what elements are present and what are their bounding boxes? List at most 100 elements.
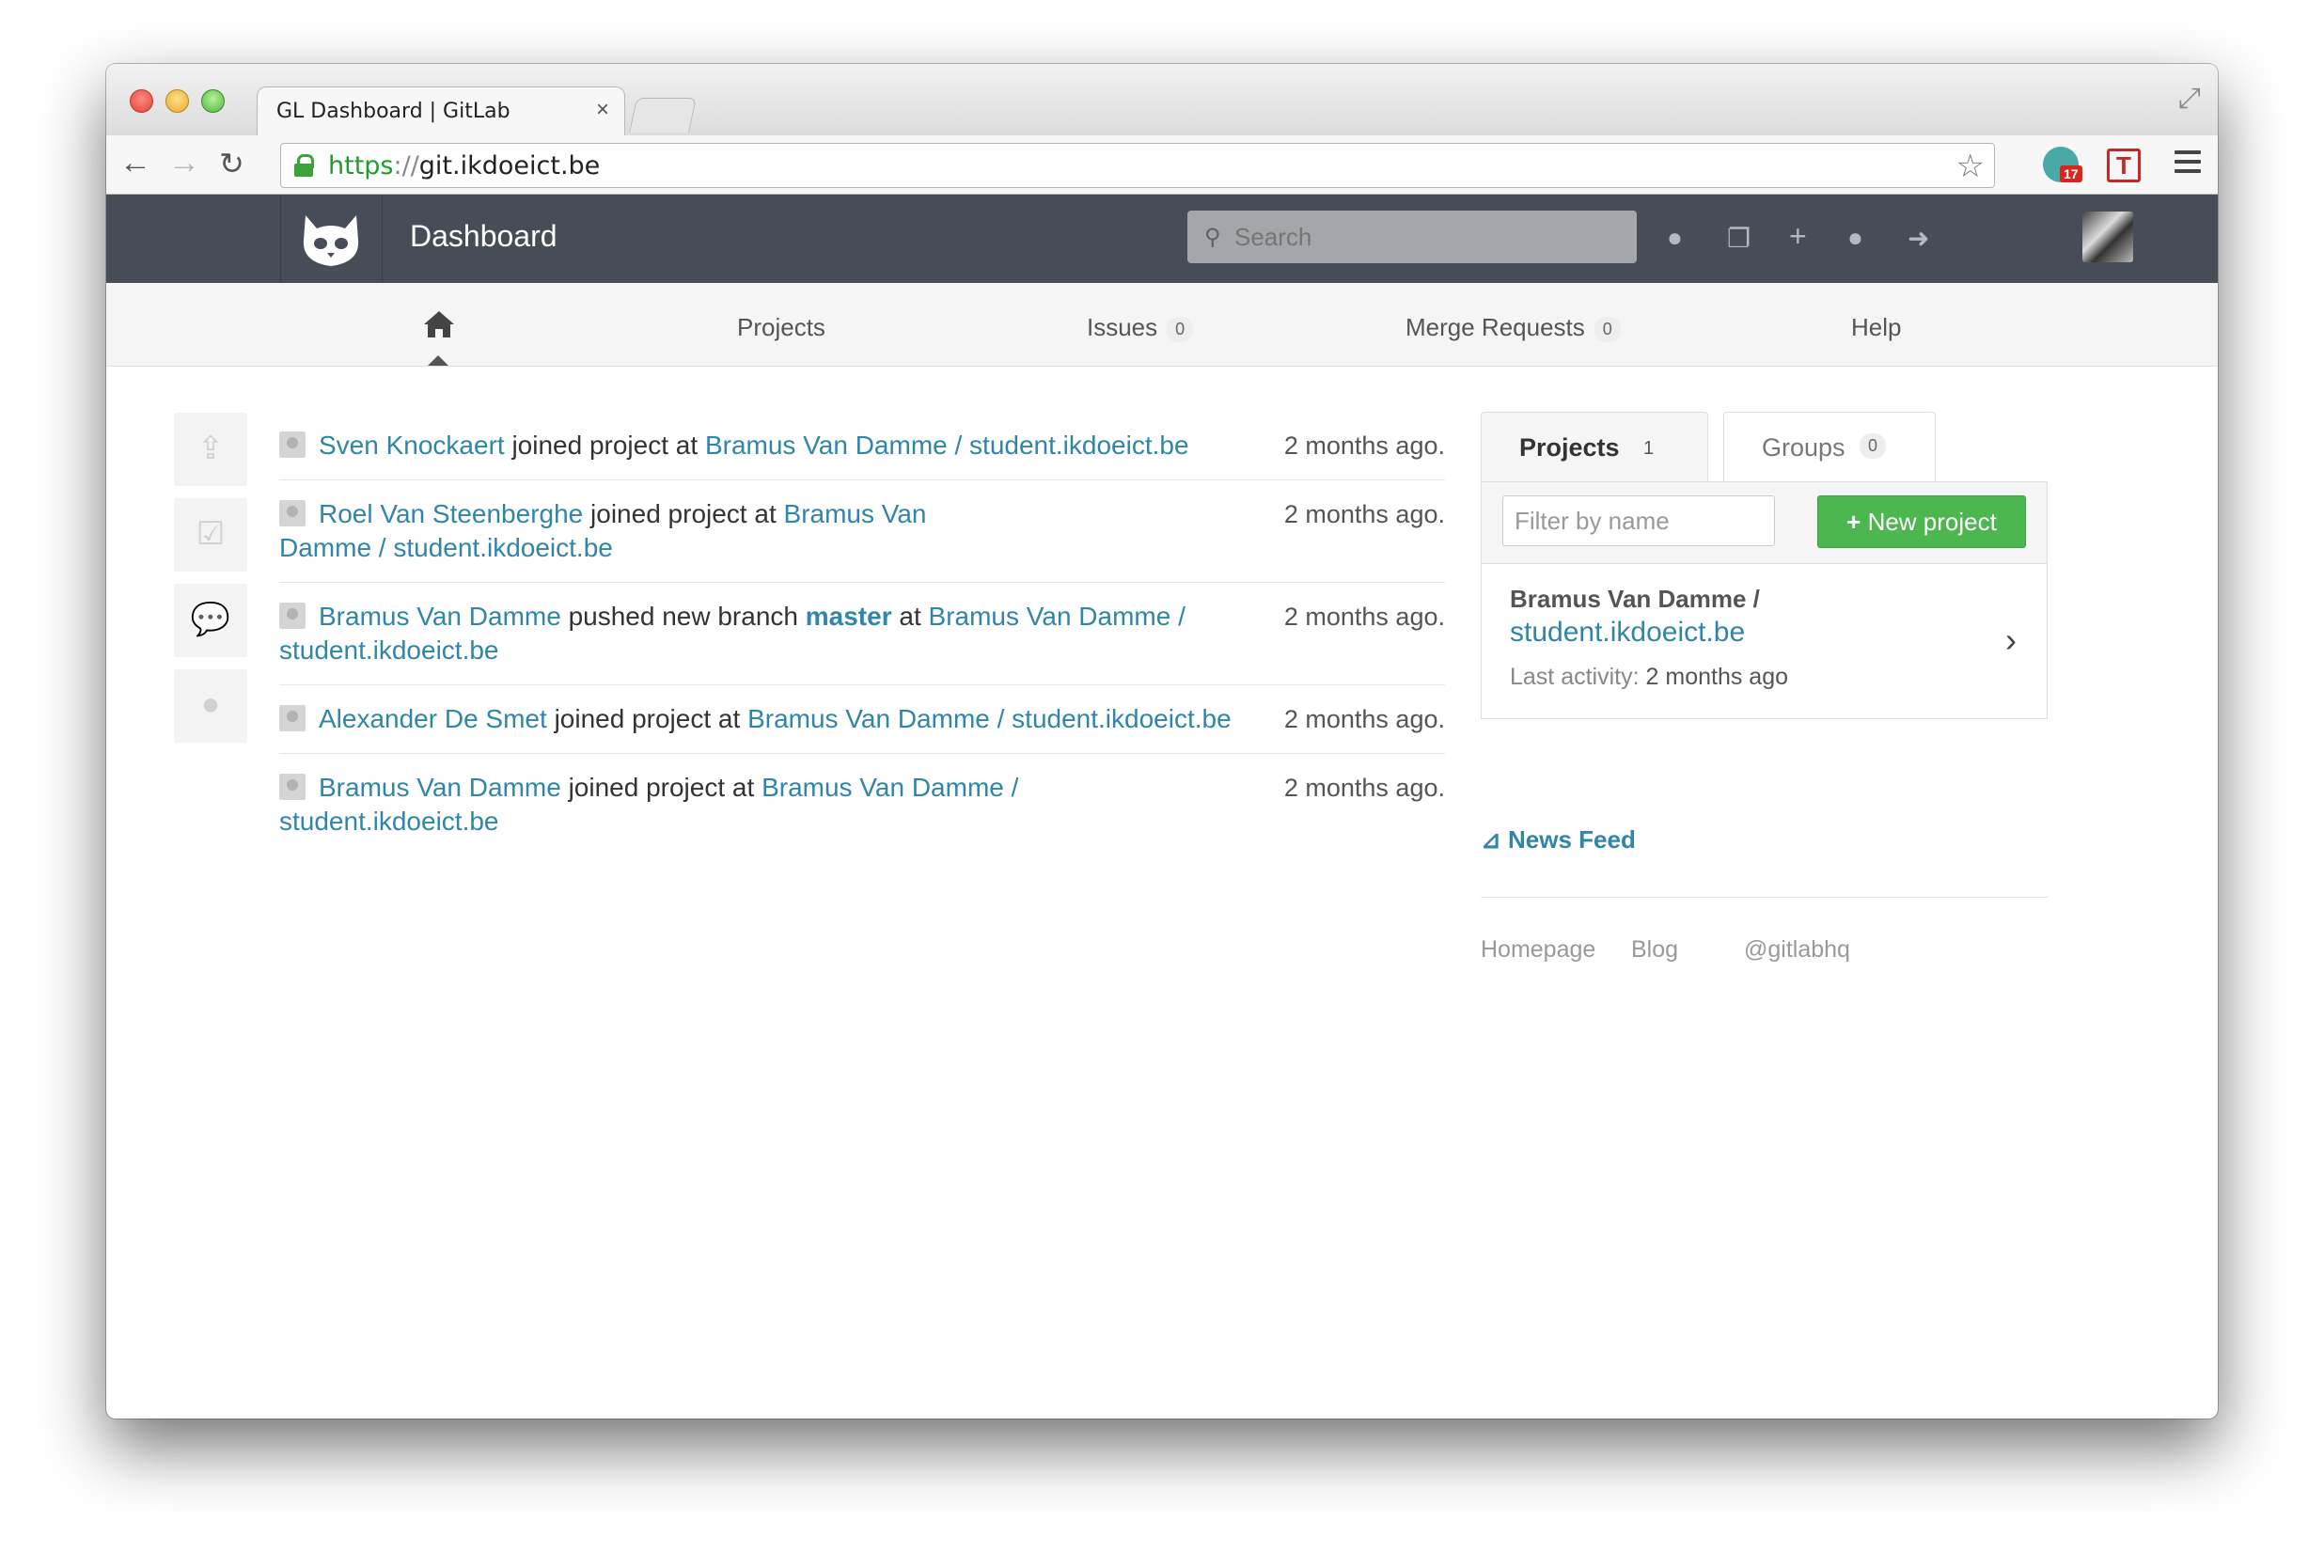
lock-icon xyxy=(294,154,314,177)
tab-projects[interactable]: Projects xyxy=(737,313,825,342)
home-icon[interactable] xyxy=(422,309,456,339)
event-user-link[interactable]: Roel Van Steenberghe xyxy=(319,499,583,528)
event-time: 2 months ago. xyxy=(1283,431,1445,460)
filter-by-name-input[interactable] xyxy=(1502,495,1775,546)
tab-sidebar-groups[interactable]: Groups 0 xyxy=(1723,412,1936,482)
extension-t-icon[interactable]: T xyxy=(2107,149,2141,182)
event-at: at xyxy=(899,602,921,631)
fullscreen-icon[interactable]: ⤢ xyxy=(2178,83,2201,115)
sidebar-projects-label: Projects xyxy=(1519,433,1620,462)
reload-icon[interactable]: ↻ xyxy=(219,146,244,181)
browser-menu-icon[interactable] xyxy=(2175,150,2201,179)
projects-panel: + New project Bramus Van Damme / student… xyxy=(1481,481,2048,719)
merge-requests-count-badge: 0 xyxy=(1594,316,1621,342)
news-feed-label: News Feed xyxy=(1508,825,1636,854)
event-time: 2 months ago. xyxy=(1283,603,1445,631)
address-bar[interactable]: https://git.ikdoeict.be ☆ xyxy=(280,143,1995,188)
activity-value: 2 months ago xyxy=(1645,664,1789,690)
browser-tab[interactable]: GL Dashboard | GitLab × xyxy=(257,86,625,136)
search-input[interactable] xyxy=(1233,222,1612,253)
search-box[interactable]: ⚲ xyxy=(1187,211,1637,263)
filter-team-button[interactable]: ● xyxy=(174,669,247,743)
activity-label: Last activity: xyxy=(1510,664,1640,690)
event-action: joined project xyxy=(568,773,726,802)
gitlab-logo[interactable] xyxy=(280,195,383,283)
filter-merged-button[interactable]: ☑ xyxy=(174,498,247,572)
event-list: Sven Knockaert joined project at Bramus … xyxy=(279,412,1445,855)
sidebar-groups-label: Groups xyxy=(1762,433,1845,462)
project-list-item[interactable]: Bramus Van Damme / student.ikdoeict.be L… xyxy=(1482,564,2047,718)
footer-blog-link[interactable]: Blog xyxy=(1631,936,1678,964)
check-icon: ☑ xyxy=(196,516,226,552)
zoom-window-button[interactable] xyxy=(201,89,225,113)
avatar[interactable] xyxy=(2082,212,2133,262)
tab-title: GL Dashboard | GitLab xyxy=(276,100,510,123)
tab-close-icon[interactable]: × xyxy=(596,97,609,123)
comments-icon: 💬 xyxy=(190,602,231,637)
url-scheme: https xyxy=(328,151,394,180)
extension-badge: 17 xyxy=(2060,165,2082,182)
footer-twitter-link[interactable]: @gitlabhq xyxy=(1744,936,1850,964)
new-project-button[interactable]: + New project xyxy=(1817,495,2026,548)
event-user-link[interactable]: Bramus Van Damme xyxy=(319,602,561,631)
logout-icon[interactable]: ➜ xyxy=(1908,223,1929,254)
dashboard-nav: Projects Issues 0 Merge Requests 0 Help xyxy=(106,283,2218,367)
filter-push-button[interactable]: ⇪ xyxy=(174,413,247,486)
tab-help[interactable]: Help xyxy=(1851,313,1901,342)
active-caret xyxy=(428,355,448,366)
plus-icon[interactable]: + xyxy=(1789,219,1807,254)
gitlab-cat-icon xyxy=(303,215,359,266)
forward-icon[interactable]: → xyxy=(168,145,200,181)
event-action: joined project xyxy=(590,499,747,528)
tab-sidebar-projects[interactable]: Projects 1 xyxy=(1481,412,1708,482)
user-avatar-icon[interactable] xyxy=(279,774,306,800)
new-project-label: New project xyxy=(1867,508,1997,536)
event-time: 2 months ago. xyxy=(1283,500,1445,528)
url-host: git.ikdoeict.be xyxy=(418,151,601,180)
new-tab-button[interactable] xyxy=(629,98,697,133)
snippets-icon[interactable]: ❐ xyxy=(1727,223,1751,254)
bookmark-star-icon[interactable]: ☆ xyxy=(1956,148,1985,185)
minimize-window-button[interactable] xyxy=(165,89,189,113)
event-branch-link[interactable]: master xyxy=(806,602,892,631)
event-time: 2 months ago. xyxy=(1283,774,1445,802)
close-window-button[interactable] xyxy=(130,89,153,113)
user-avatar-icon[interactable] xyxy=(279,431,306,458)
user-avatar-icon[interactable] xyxy=(279,500,306,526)
browser-window: GL Dashboard | GitLab × ⤢ ← → ↻ https://… xyxy=(106,64,2218,1419)
event-user-link[interactable]: Sven Knockaert xyxy=(319,431,505,460)
tab-merge-requests[interactable]: Merge Requests 0 xyxy=(1405,313,1621,342)
project-namespace: Bramus Van Damme / xyxy=(1510,585,1760,613)
issues-count-badge: 0 xyxy=(1167,316,1194,342)
footer-homepage-link[interactable]: Homepage xyxy=(1481,936,1595,964)
browser-toolbar: ← → ↻ https://git.ikdoeict.be ☆ 17 T xyxy=(106,135,2218,195)
event-action: joined project xyxy=(554,704,712,733)
tab-issues[interactable]: Issues 0 xyxy=(1087,313,1194,342)
event-project-link[interactable]: Bramus Van Damme / student.ikdoeict.be xyxy=(747,704,1232,733)
page-title: Dashboard xyxy=(410,219,557,253)
filter-comments-button[interactable]: 💬 xyxy=(174,584,247,657)
back-icon[interactable]: ← xyxy=(119,145,151,181)
user-avatar-icon[interactable] xyxy=(279,603,306,629)
event-user-link[interactable]: Alexander De Smet xyxy=(319,704,547,733)
project-filter-row: + New project xyxy=(1482,482,2047,564)
event-at: at xyxy=(754,499,777,528)
plus-icon: + xyxy=(1846,508,1861,536)
user-avatar-icon[interactable] xyxy=(279,705,306,731)
gitlab-header: Dashboard ⚲ ● ❐ + ● ➜ xyxy=(106,195,2218,283)
event-time: 2 months ago. xyxy=(1283,705,1445,733)
user-icon: ● xyxy=(200,686,221,722)
extension-cat-icon[interactable]: 17 xyxy=(2043,147,2082,182)
event-project-link[interactable]: Bramus Van Damme / student.ikdoeict.be xyxy=(705,431,1189,460)
search-icon: ⚲ xyxy=(1204,225,1221,250)
globe-icon[interactable]: ● xyxy=(1667,223,1683,253)
news-feed-link[interactable]: ⊿ News Feed xyxy=(1481,825,1636,855)
project-name-link[interactable]: student.ikdoeict.be xyxy=(1510,617,1745,649)
sidebar-groups-count: 0 xyxy=(1860,433,1887,459)
url-text[interactable]: https://git.ikdoeict.be xyxy=(328,151,600,180)
event-action: pushed new branch xyxy=(568,602,798,631)
event-user-link[interactable]: Bramus Van Damme xyxy=(319,773,561,802)
sidebar-projects-count: 1 xyxy=(1643,438,1655,459)
user-icon[interactable]: ● xyxy=(1847,223,1863,253)
tab-issues-label: Issues xyxy=(1087,313,1158,341)
